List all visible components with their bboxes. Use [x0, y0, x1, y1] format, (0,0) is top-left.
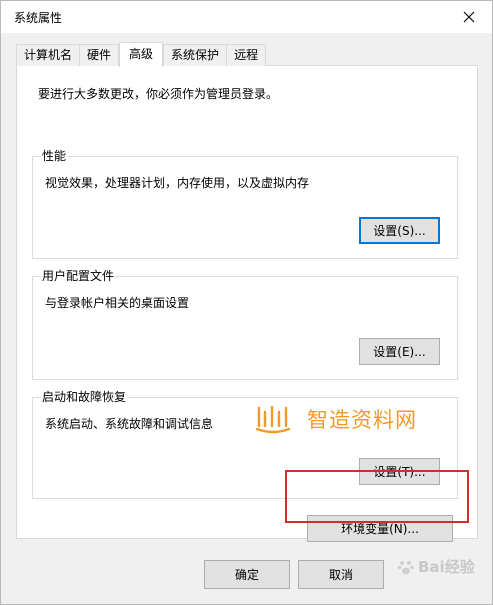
baidu-paw-icon	[397, 560, 414, 574]
baidu-watermark: Bai经验	[397, 556, 475, 577]
performance-group-title: 性能	[41, 149, 68, 163]
highlight-annotation-box	[285, 470, 469, 523]
tab-remote[interactable]: 远程	[226, 44, 267, 66]
tab-computer-name[interactable]: 计算机名	[16, 44, 81, 66]
performance-description: 视觉效果，处理器计划，内存使用，以及虚拟内存	[45, 176, 310, 190]
user-profiles-group: 用户配置文件 与登录帐户相关的桌面设置 设置(E)...	[32, 269, 458, 380]
baidu-watermark-text: Bai经验	[418, 558, 475, 576]
cancel-button[interactable]: 取消	[298, 560, 384, 589]
admin-notice: 要进行大多数更改，你必须作为管理员登录。	[38, 87, 279, 101]
user-profiles-group-title: 用户配置文件	[41, 269, 116, 283]
tab-hardware[interactable]: 硬件	[79, 44, 120, 66]
close-icon	[463, 11, 475, 23]
tab-system-protection[interactable]: 系统保护	[163, 44, 228, 66]
startup-recovery-description: 系统启动、系统故障和调试信息	[45, 417, 214, 431]
user-profiles-description: 与登录帐户相关的桌面设置	[45, 296, 190, 310]
performance-group: 性能 视觉效果，处理器计划，内存使用，以及虚拟内存 设置(S)...	[32, 149, 458, 259]
tab-strip: 计算机名 硬件 高级 系统保护 远程	[16, 42, 267, 67]
performance-settings-button[interactable]: 设置(S)...	[359, 217, 440, 244]
title-bar: 系统属性	[1, 1, 492, 33]
watermark-logo-icon	[255, 405, 291, 434]
close-button[interactable]	[452, 3, 486, 31]
advanced-tab-panel: 要进行大多数更改，你必须作为管理员登录。 性能 视觉效果，处理器计划，内存使用，…	[16, 65, 478, 542]
user-profiles-settings-button[interactable]: 设置(E)...	[359, 338, 440, 365]
window-title: 系统属性	[14, 11, 63, 25]
system-properties-window: 系统属性 计算机名 硬件 高级 系统保护 远程 要进行大多数更改，你必须作为管理…	[0, 0, 493, 605]
site-watermark: 智造资料网	[255, 404, 417, 434]
ok-button[interactable]: 确定	[204, 560, 290, 589]
watermark-site-text: 智造资料网	[307, 408, 417, 432]
startup-recovery-group-title: 启动和故障恢复	[41, 390, 128, 404]
tab-advanced[interactable]: 高级	[119, 42, 164, 67]
